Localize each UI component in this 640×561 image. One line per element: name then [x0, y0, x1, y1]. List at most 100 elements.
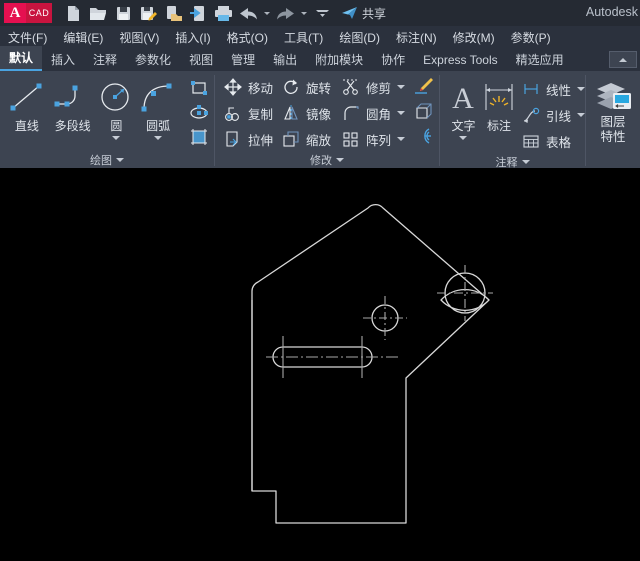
logo-letter-a: A — [4, 3, 26, 23]
annotation-linear-button[interactable]: 线性 — [519, 76, 585, 102]
draw-arc-button[interactable]: 圆弧 — [135, 74, 181, 140]
modify-trim-label: 修剪 — [366, 81, 392, 96]
modify-fillet-label: 圆角 — [366, 107, 392, 122]
menu-item-view[interactable]: 视图(V) — [111, 26, 167, 48]
match-properties-button[interactable] — [409, 73, 435, 98]
menu-item-dimension[interactable]: 标注(N) — [388, 26, 445, 48]
cad-drawing — [251, 204, 493, 524]
menu-item-tools[interactable]: 工具(T) — [276, 26, 331, 48]
tab-featured-apps[interactable]: 精选应用 — [507, 48, 573, 71]
tab-addins[interactable]: 附加模块 — [306, 48, 372, 71]
draw-line-label: 直线 — [14, 119, 39, 133]
import-icon[interactable] — [187, 2, 209, 24]
annotation-table-button[interactable]: 表格 — [519, 128, 585, 154]
tab-annotate[interactable]: 注释 — [84, 48, 126, 71]
tab-parametric[interactable]: 参数化 — [126, 48, 180, 71]
export-icon[interactable] — [162, 2, 184, 24]
panel-draw: 直线 多段线 圆 圆弧 绘图 — [0, 71, 214, 168]
modify-fillet-dropdown[interactable] — [397, 111, 406, 115]
tab-output[interactable]: 输出 — [264, 48, 306, 71]
draw-circle-button[interactable]: 圆 — [97, 74, 135, 140]
draw-polyline-button[interactable]: 多段线 — [48, 74, 98, 134]
menu-item-modify[interactable]: 修改(M) — [445, 26, 503, 48]
customize-qat-icon[interactable] — [311, 2, 333, 24]
annotation-table-label: 表格 — [545, 135, 571, 150]
draw-line-button[interactable]: 直线 — [6, 74, 48, 134]
offset-button[interactable] — [409, 123, 435, 148]
tab-view[interactable]: 视图 — [180, 48, 222, 71]
draw-ellipse-row[interactable] — [185, 100, 214, 125]
annotation-text-label: 文字 — [451, 119, 476, 133]
logo-cad-text: CAD — [26, 3, 52, 23]
save-icon[interactable] — [112, 2, 134, 24]
tab-home[interactable]: 默认 — [0, 46, 43, 71]
annotation-small-column: 线性 引线 表格 — [519, 74, 585, 154]
open-folder-icon[interactable] — [87, 2, 109, 24]
drawing-canvas[interactable] — [0, 168, 640, 561]
minimize-ribbon-button[interactable] — [609, 51, 637, 68]
menu-item-insert[interactable]: 插入(I) — [167, 26, 218, 48]
mirror-icon — [279, 104, 303, 122]
annotation-linear-dropdown[interactable] — [577, 87, 585, 91]
hatch-icon — [191, 129, 207, 145]
quick-access-toolbar — [62, 2, 333, 24]
modify-array-button[interactable]: 阵列 — [339, 126, 406, 152]
draw-small-icon-column — [185, 74, 214, 150]
menu-item-parametric[interactable]: 参数(P) — [503, 26, 559, 48]
polyline-icon — [53, 78, 93, 116]
share-button[interactable]: 共享 — [341, 5, 386, 22]
3d-box-button[interactable] — [409, 98, 435, 123]
annotation-text-dropdown[interactable] — [459, 136, 468, 140]
menu-item-draw[interactable]: 绘图(D) — [331, 26, 388, 48]
draw-arc-dropdown[interactable] — [154, 136, 163, 140]
menu-item-format[interactable]: 格式(O) — [219, 26, 276, 48]
modify-copy-button[interactable]: 复制 — [221, 100, 273, 126]
annotation-dimension-button[interactable]: 标注 — [481, 74, 517, 134]
3d-box-icon — [416, 102, 432, 119]
arc-icon — [139, 78, 177, 116]
redo-icon[interactable] — [274, 2, 296, 24]
modify-rotate-button[interactable]: 旋转 — [279, 74, 331, 100]
modify-stretch-button[interactable]: 拉伸 — [221, 126, 273, 152]
new-file-icon[interactable] — [62, 2, 84, 24]
title-bar: A CAD 共享 Autodesk — [0, 0, 640, 26]
menu-item-edit[interactable]: 编辑(E) — [55, 26, 111, 48]
modify-array-dropdown[interactable] — [397, 137, 406, 141]
annotation-text-button[interactable]: A 文字 — [446, 74, 481, 140]
copy-icon — [221, 104, 245, 122]
modify-move-button[interactable]: 移动 — [221, 74, 273, 100]
modify-mirror-button[interactable]: 镜像 — [279, 100, 331, 126]
annotation-leader-dropdown[interactable] — [577, 113, 585, 117]
annotation-leader-button[interactable]: 引线 — [519, 102, 585, 128]
modify-trim-button[interactable]: 修剪 — [339, 74, 406, 100]
text-icon: A — [446, 78, 480, 116]
panel-modify-expand-icon — [336, 158, 344, 162]
panel-modify-label: 修改 — [310, 155, 332, 167]
menu-item-file[interactable]: 文件(F) — [0, 26, 55, 48]
tab-manage[interactable]: 管理 — [222, 48, 264, 71]
draw-hatch-row[interactable] — [185, 125, 214, 150]
tab-insert[interactable]: 插入 — [42, 48, 84, 71]
panel-annotation: A 文字 标注 线性 引线 表格 注释 — [440, 71, 585, 169]
large-hole-centermark — [437, 265, 493, 321]
modify-fillet-button[interactable]: 圆角 — [339, 100, 406, 126]
autocad-window: A CAD 共享 Autodesk 文件(F) 编辑(E) 视图(V) 插入(I… — [0, 0, 640, 561]
undo-icon[interactable] — [237, 2, 259, 24]
print-icon[interactable] — [212, 2, 234, 24]
undo-dropdown-caret[interactable] — [262, 2, 271, 24]
panel-modify-title[interactable]: 修改 — [215, 152, 439, 168]
tab-collaborate[interactable]: 协作 — [372, 48, 414, 71]
draw-rectangle-row[interactable] — [185, 75, 214, 100]
modify-scale-button[interactable]: 缩放 — [279, 126, 331, 152]
redo-dropdown-caret[interactable] — [299, 2, 308, 24]
trim-icon — [339, 78, 363, 96]
save-as-icon[interactable] — [137, 2, 159, 24]
draw-circle-label: 圆 — [110, 119, 123, 133]
panel-draw-title[interactable]: 绘图 — [0, 152, 214, 168]
modify-trim-dropdown[interactable] — [397, 85, 406, 89]
match-properties-icon — [415, 77, 434, 94]
layer-properties-button[interactable]: 图层 特性 — [586, 74, 640, 145]
draw-circle-dropdown[interactable] — [112, 136, 121, 140]
ellipse-icon — [190, 104, 208, 119]
tab-express-tools[interactable]: Express Tools — [414, 48, 506, 71]
